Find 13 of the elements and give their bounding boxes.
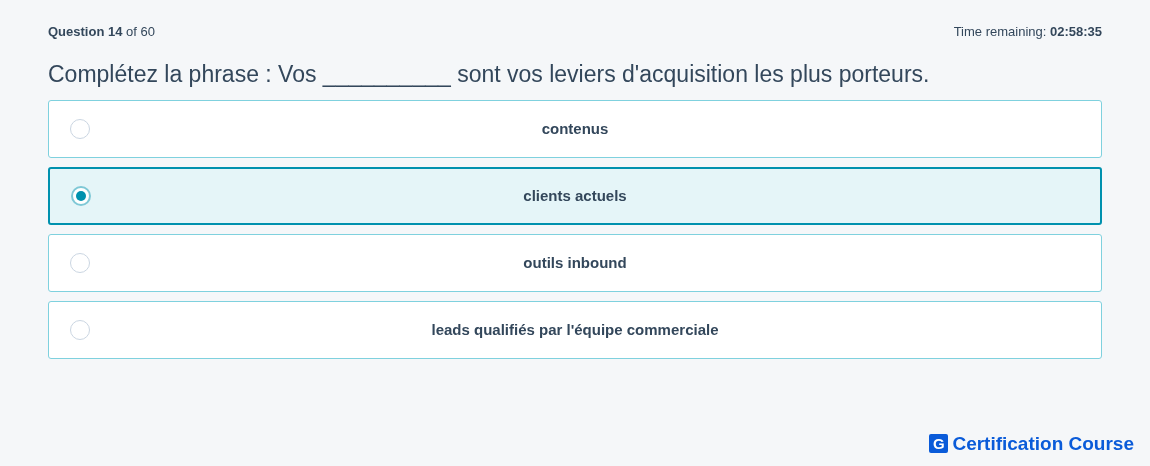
answer-option[interactable]: outils inbound: [48, 234, 1102, 293]
radio-button[interactable]: [70, 320, 90, 341]
answer-option[interactable]: leads qualifiés par l'équipe commerciale: [48, 301, 1102, 360]
question-counter: Question 14 of 60: [48, 23, 155, 41]
radio-button[interactable]: [70, 119, 90, 140]
question-text: Complétez la phrase : Vos __________ sont vos leviers d'acquisition les plus porteurs.: [48, 59, 931, 89]
answer-option[interactable]: contenus: [48, 100, 1102, 159]
radio-button[interactable]: [71, 186, 91, 207]
answer-option[interactable]: clients actuels: [48, 167, 1102, 226]
logo-icon: G: [929, 434, 949, 454]
radio-button[interactable]: [70, 253, 90, 274]
brand-name: Certification Course: [952, 431, 1134, 456]
time-remaining: Time remaining: 02:58:35: [953, 23, 1102, 41]
